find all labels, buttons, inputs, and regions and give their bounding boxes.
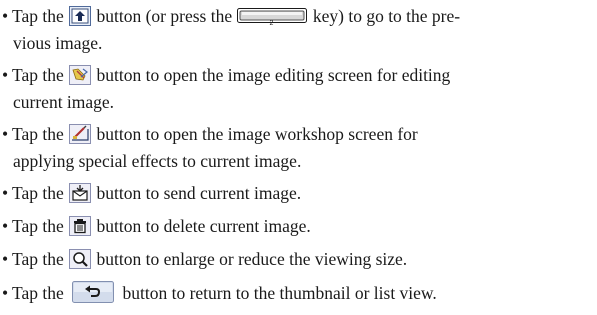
item-text-before: Tap the xyxy=(12,249,69,269)
bullet: • xyxy=(2,65,9,85)
magnify-icon xyxy=(69,249,92,269)
key-label: 2 xyxy=(269,20,274,27)
item-continuation: current image. xyxy=(13,92,115,112)
bullet: • xyxy=(2,216,9,236)
list-item: • Tap the button to open the image worksh… xyxy=(2,121,592,148)
bullet: • xyxy=(2,124,9,144)
item-text-after: button to delete current image. xyxy=(92,216,311,236)
return-arrow-icon xyxy=(72,281,115,303)
list-item: • Tap the button to return to the thumbna… xyxy=(2,280,592,307)
item-continuation: vious image. xyxy=(13,33,103,53)
list-item: • Tap the button (or press the 2 key) to … xyxy=(2,3,592,30)
bullet: • xyxy=(2,283,9,303)
list-item: • Tap the button to open the image editin… xyxy=(2,62,592,89)
item-text-before: Tap the xyxy=(12,216,69,236)
image-workshop-icon xyxy=(69,124,92,144)
item-text-after: button to return to the thumbnail or lis… xyxy=(118,283,437,303)
item-text-after: button to open the image editing screen … xyxy=(92,65,451,85)
bullet: • xyxy=(2,183,9,203)
item-text-middle: button (or press the xyxy=(92,6,237,26)
previous-arrow-icon xyxy=(69,6,92,26)
item-text-after: button to enlarge or reduce the viewing … xyxy=(92,249,408,269)
item-text-before: Tap the xyxy=(12,6,69,26)
key-2-icon: 2 xyxy=(237,8,308,28)
send-icon xyxy=(69,183,92,203)
bullet: • xyxy=(2,6,9,26)
edit-image-icon xyxy=(69,65,92,85)
instruction-list: • Tap the button (or press the 2 key) to … xyxy=(0,0,597,315)
item-text-before: Tap the xyxy=(12,183,69,203)
item-text-before: Tap the xyxy=(12,283,69,303)
item-continuation: applying special effects to current imag… xyxy=(13,151,302,171)
item-text-before: Tap the xyxy=(12,65,69,85)
item-text-after: button to open the image workshop screen… xyxy=(92,124,418,144)
delete-trash-icon xyxy=(69,216,92,236)
list-item: • Tap the button to send current image. xyxy=(2,180,592,207)
item-text-after: key) to go to the pre- xyxy=(308,6,461,26)
item-text-before: Tap the xyxy=(12,124,69,144)
list-item: • Tap the button to delete current image. xyxy=(2,213,592,240)
list-item: • Tap the button to enlarge or reduce the… xyxy=(2,246,592,273)
item-text-after: button to send current image. xyxy=(92,183,302,203)
bullet: • xyxy=(2,249,9,269)
